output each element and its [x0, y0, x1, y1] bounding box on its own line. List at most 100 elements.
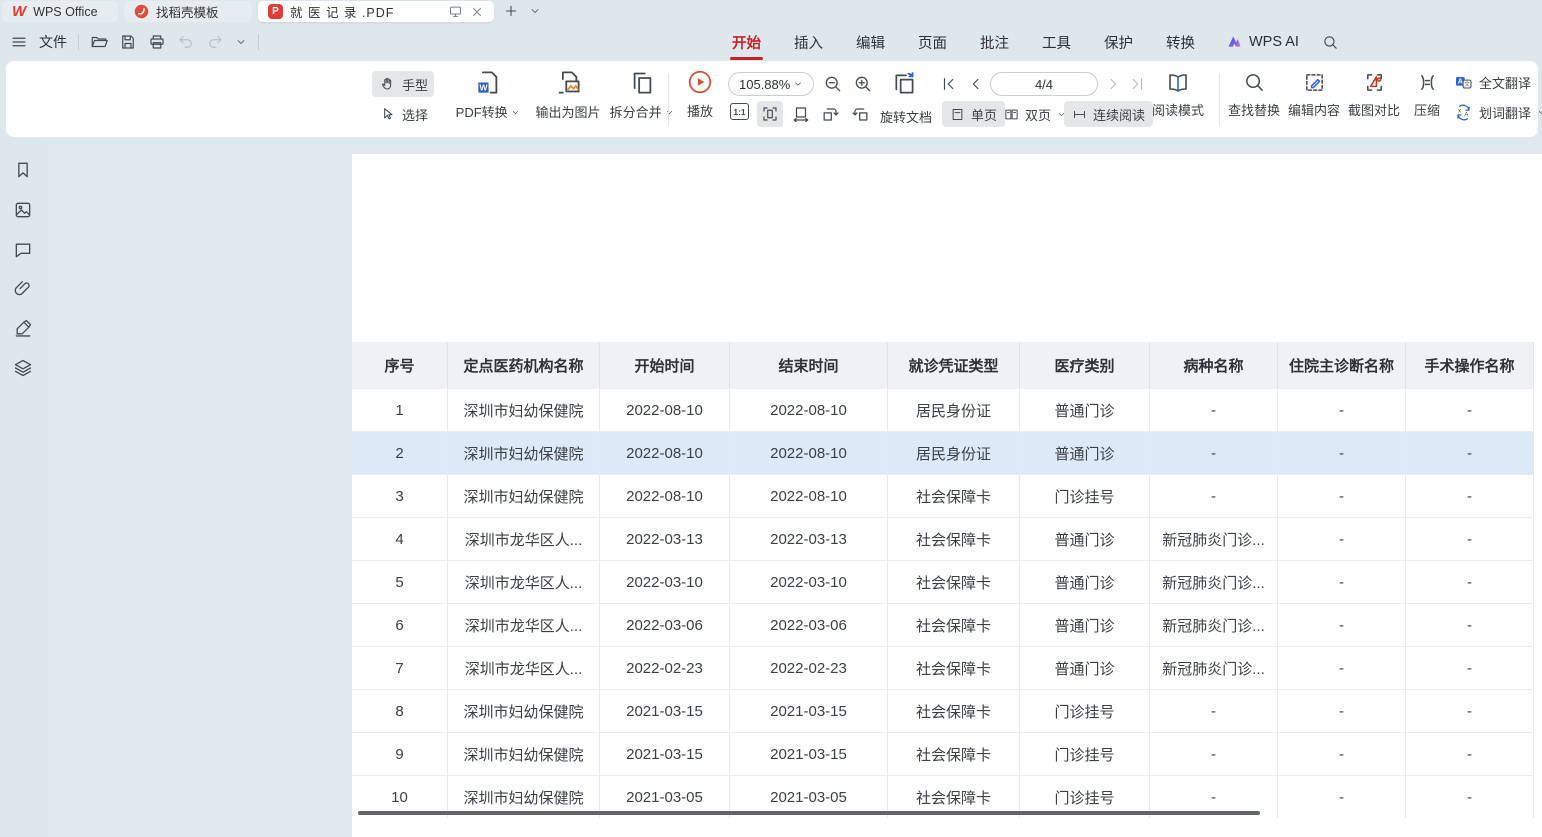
previous-page-icon[interactable] [967, 75, 985, 93]
tab-docer-templates[interactable]: 找稻壳模板 [124, 1, 252, 22]
table-cell: - [1150, 475, 1278, 517]
pdf-convert-button[interactable]: W PDF转换 [450, 69, 526, 121]
attachment-icon[interactable] [13, 279, 33, 299]
rotate-left-icon[interactable] [821, 105, 840, 124]
actual-size-button[interactable]: 1:1 [730, 103, 749, 120]
zoom-out-icon[interactable] [823, 74, 843, 94]
menu-insert[interactable]: 插入 [792, 28, 825, 57]
menu-search-icon[interactable] [1322, 34, 1339, 51]
edit-content-button[interactable]: 编辑内容 [1286, 71, 1342, 119]
undo-icon[interactable] [177, 33, 195, 51]
table-cell: 普通门诊 [1020, 518, 1150, 560]
find-replace-button[interactable]: 查找替换 [1226, 71, 1282, 119]
continuous-reading-button[interactable]: 连续阅读 [1064, 101, 1153, 127]
signature-icon[interactable] [13, 318, 33, 338]
new-tab-icon[interactable] [503, 3, 519, 19]
play-label: 播放 [687, 104, 713, 119]
chevron-down-icon [665, 108, 674, 117]
menu-comment[interactable]: 批注 [978, 28, 1011, 57]
word-translate-label: 划词翻译 [1479, 103, 1531, 122]
single-page-button[interactable]: 单页 [942, 101, 1005, 127]
menu-page[interactable]: 页面 [916, 28, 949, 57]
table-cell: - [1278, 432, 1406, 474]
table-row[interactable]: 2深圳市妇幼保健院2022-08-102022-08-10居民身份证普通门诊--… [352, 431, 1534, 474]
table-row[interactable]: 7深圳市龙华区人...2022-02-232022-02-23社会保障卡普通门诊… [352, 646, 1534, 689]
pdf-page: 序号定点医药机构名称开始时间结束时间就诊凭证类型医疗类别病种名称住院主诊断名称手… [352, 154, 1542, 837]
double-page-label: 双页 [1025, 105, 1051, 124]
double-page-button[interactable]: 双页 [1000, 101, 1070, 127]
menu-wps-ai[interactable]: WPS AI [1226, 34, 1299, 50]
redo-icon[interactable] [206, 33, 224, 51]
fit-page-button[interactable] [757, 101, 783, 127]
open-folder-icon[interactable] [90, 33, 108, 51]
zoom-level-combobox[interactable]: 105.88% [728, 72, 814, 96]
menu-home[interactable]: 开始 [730, 28, 763, 57]
table-cell: - [1278, 776, 1406, 818]
page-number-field[interactable]: 4/4 [990, 72, 1098, 96]
table-row[interactable]: 6深圳市龙华区人...2022-03-062022-03-06社会保障卡普通门诊… [352, 603, 1534, 646]
table-row[interactable]: 4深圳市龙华区人...2022-03-132022-03-13社会保障卡普通门诊… [352, 517, 1534, 560]
layers-icon[interactable] [13, 358, 33, 378]
export-image-button[interactable]: 输出为图片 [528, 69, 608, 121]
window-tab-bar: W WPS Office 找稻壳模板 P 就 医 记 录 .PDF [0, 0, 1542, 24]
table-cell: - [1278, 690, 1406, 732]
undo-history-chevron-icon[interactable] [235, 36, 247, 48]
rotate-right-icon[interactable] [851, 105, 870, 124]
table-cell: 新冠肺炎门诊... [1150, 518, 1278, 560]
menu-protect[interactable]: 保护 [1102, 28, 1135, 57]
select-tool-button[interactable]: 选择 [372, 101, 434, 127]
table-cell: 9 [352, 733, 448, 775]
table-cell: 普通门诊 [1020, 604, 1150, 646]
print-icon[interactable] [148, 33, 166, 51]
thumbnail-icon[interactable] [13, 200, 33, 220]
full-translate-icon: A 文 [1454, 73, 1473, 92]
full-translate-button[interactable]: A 文 全文翻译 [1454, 73, 1531, 92]
table-cell: - [1406, 561, 1534, 603]
pdf-convert-label: PDF转换 [456, 105, 508, 120]
word-translate-button[interactable]: x A 划词翻译 [1454, 103, 1542, 122]
column-header: 病种名称 [1150, 342, 1278, 388]
table-cell: 2022-08-10 [600, 432, 730, 474]
screenshot-compare-label: 截图对比 [1348, 103, 1400, 118]
table-body: 1深圳市妇幼保健院2022-08-102022-08-10居民身份证普通门诊--… [352, 388, 1534, 818]
comment-icon[interactable] [13, 240, 33, 260]
menu-edit[interactable]: 编辑 [854, 28, 887, 57]
zoom-in-icon[interactable] [853, 74, 873, 94]
table-row[interactable]: 8深圳市妇幼保健院2021-03-152021-03-15社会保障卡门诊挂号--… [352, 689, 1534, 732]
table-cell: 社会保障卡 [888, 475, 1020, 517]
last-page-icon[interactable] [1128, 75, 1146, 93]
document-viewport[interactable]: 序号定点医药机构名称开始时间结束时间就诊凭证类型医疗类别病种名称住院主诊断名称手… [45, 137, 1542, 837]
medical-records-table: 序号定点医药机构名称开始时间结束时间就诊凭证类型医疗类别病种名称住院主诊断名称手… [352, 342, 1534, 818]
hand-tool-button[interactable]: 手型 [372, 71, 434, 97]
compress-button[interactable]: 压缩 [1404, 71, 1450, 119]
table-row[interactable]: 9深圳市妇幼保健院2021-03-152021-03-15社会保障卡门诊挂号--… [352, 732, 1534, 775]
tab-document[interactable]: P 就 医 记 录 .PDF [258, 1, 494, 22]
save-icon[interactable] [119, 33, 137, 51]
table-cell: - [1406, 604, 1534, 646]
monitor-icon[interactable] [448, 4, 463, 19]
read-mode-button[interactable]: 阅读模式 [1146, 71, 1210, 119]
table-cell: 2022-03-06 [730, 604, 888, 646]
next-page-icon[interactable] [1104, 75, 1122, 93]
menu-tools[interactable]: 工具 [1040, 28, 1073, 57]
first-page-icon[interactable] [940, 75, 958, 93]
close-tab-icon[interactable] [470, 5, 484, 19]
cursor-icon [380, 106, 396, 122]
table-cell: 新冠肺炎门诊... [1150, 604, 1278, 646]
swap-pages-icon[interactable] [892, 71, 918, 97]
table-cell: 2 [352, 432, 448, 474]
file-menu[interactable]: 文件 [39, 32, 67, 52]
screenshot-compare-button[interactable]: 截图对比 [1346, 71, 1402, 119]
table-row[interactable]: 1深圳市妇幼保健院2022-08-102022-08-10居民身份证普通门诊--… [352, 388, 1534, 431]
hamburger-icon[interactable] [10, 33, 28, 51]
bookmark-icon[interactable] [13, 160, 33, 180]
tab-list-chevron-icon[interactable] [529, 5, 541, 17]
play-button[interactable]: 播放 [678, 69, 722, 120]
table-row[interactable]: 3深圳市妇幼保健院2022-08-102022-08-10社会保障卡门诊挂号--… [352, 474, 1534, 517]
tab-wps-office[interactable]: W WPS Office [2, 1, 118, 22]
menu-convert[interactable]: 转换 [1164, 28, 1197, 57]
rotate-document-label[interactable]: 旋转文档 [880, 107, 932, 126]
horizontal-scrollbar-thumb[interactable] [358, 811, 1260, 815]
fit-width-button[interactable] [788, 101, 814, 127]
table-row[interactable]: 5深圳市龙华区人...2022-03-102022-03-10社会保障卡普通门诊… [352, 560, 1534, 603]
